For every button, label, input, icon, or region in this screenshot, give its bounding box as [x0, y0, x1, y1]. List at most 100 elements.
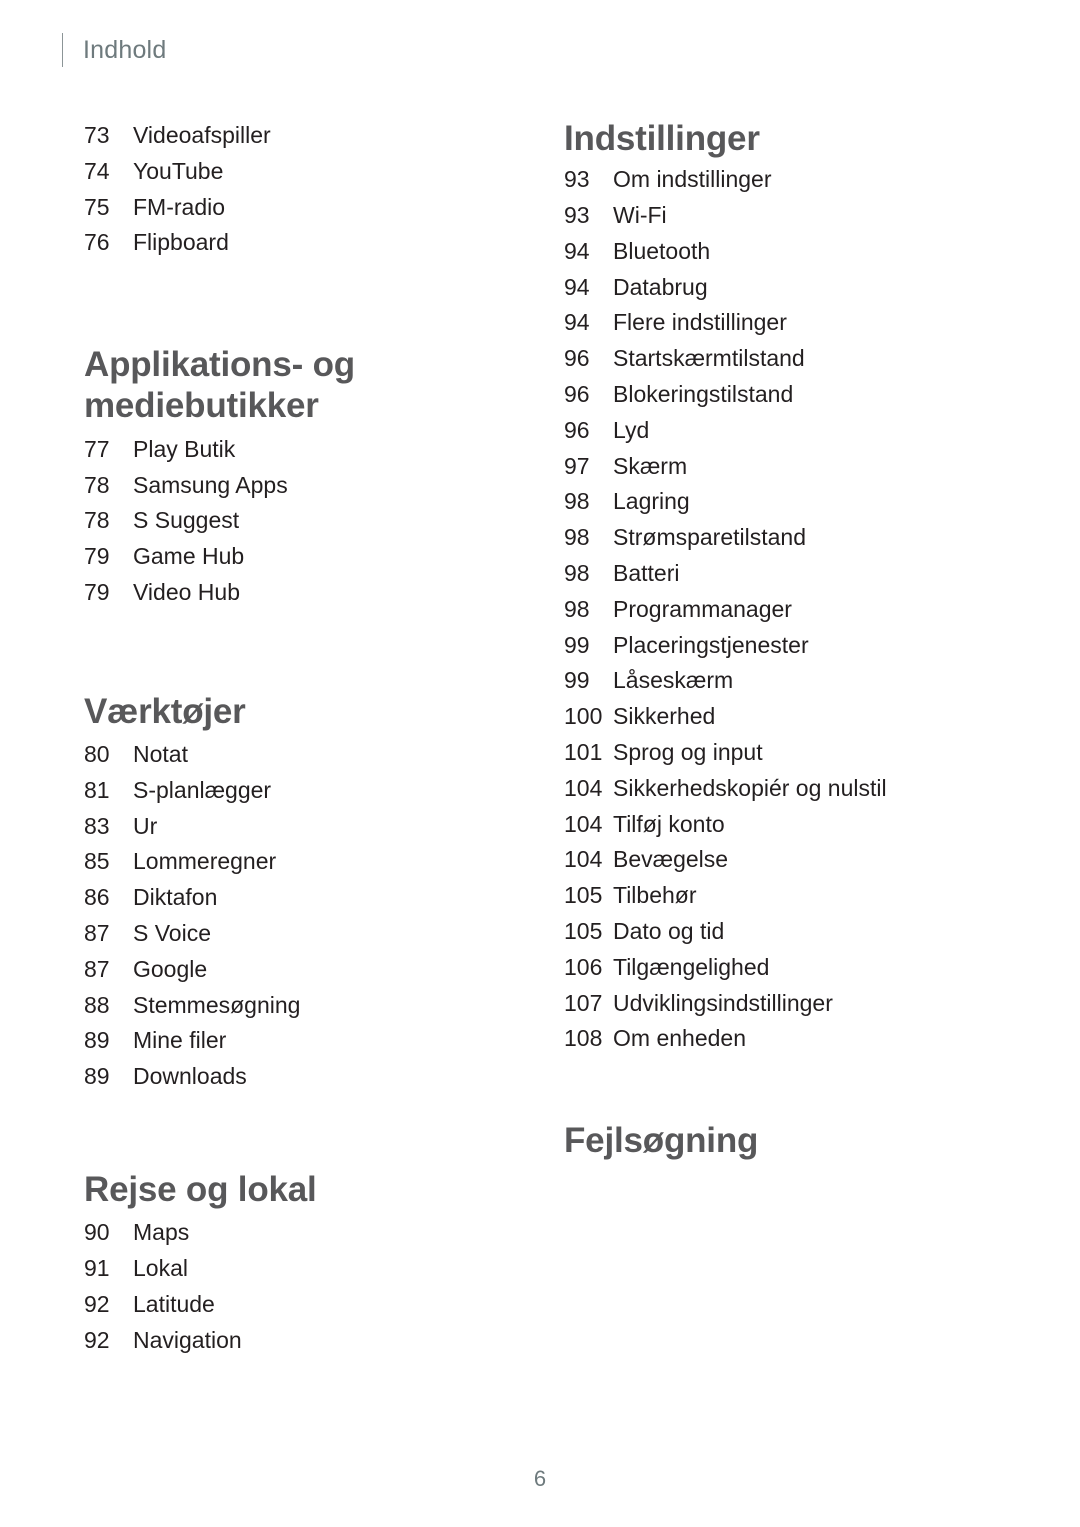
toc-list-intro: 73 Videoafspiller 74 YouTube 75 FM-radio…	[84, 118, 514, 261]
toc-entry[interactable]: 99 Låseskærm	[564, 663, 1004, 699]
toc-entry[interactable]: 83 Ur	[84, 809, 514, 845]
toc-entry[interactable]: 80 Notat	[84, 737, 514, 773]
toc-entry[interactable]: 99 Placeringstjenester	[564, 628, 1004, 664]
toc-page-number: 89	[84, 1027, 110, 1054]
toc-list-vaerktoejer: 80 Notat 81 S-planlægger 83 Ur 85 Lommer…	[84, 737, 514, 1095]
toc-entry-label: Lokal	[133, 1255, 188, 1282]
toc-page-number: 97	[564, 452, 590, 479]
toc-page-number: 86	[84, 884, 110, 911]
toc-entry[interactable]: 86 Diktafon	[84, 880, 514, 916]
toc-entry[interactable]: 87 S Voice	[84, 916, 514, 952]
toc-entry[interactable]: 104 Tilføj konto	[564, 807, 1004, 843]
toc-entry[interactable]: 105 Dato og tid	[564, 914, 1004, 950]
toc-entry[interactable]: 74 YouTube	[84, 154, 514, 190]
toc-entry[interactable]: 106 Tilgængelighed	[564, 950, 1004, 986]
toc-entry-label: Batteri	[613, 560, 680, 587]
toc-entry-label: Navigation	[133, 1326, 242, 1353]
toc-entry[interactable]: 78 Samsung Apps	[84, 468, 514, 504]
running-header: Indhold	[62, 30, 166, 70]
toc-entry[interactable]: 98 Batteri	[564, 556, 1004, 592]
toc-entry-label: Bluetooth	[613, 237, 711, 264]
toc-entry-label: Om indstillinger	[613, 166, 772, 193]
toc-entry[interactable]: 104 Bevægelse	[564, 842, 1004, 878]
toc-entry-label: Bevægelse	[613, 846, 729, 873]
toc-page-number: 99	[564, 631, 590, 658]
toc-entry-label: Downloads	[133, 1063, 247, 1090]
toc-entry[interactable]: 88 Stemmesøgning	[84, 988, 514, 1024]
toc-page-number: 96	[564, 381, 590, 408]
toc-page-number: 88	[84, 991, 110, 1018]
toc-entry[interactable]: 93 Wi-Fi	[564, 198, 1004, 234]
toc-entry-label: Google	[133, 955, 208, 982]
toc-entry[interactable]: 94 Flere indstillinger	[564, 305, 1004, 341]
toc-entry-label: S Voice	[133, 920, 211, 947]
toc-entry[interactable]: 98 Programmanager	[564, 592, 1004, 628]
toc-entry[interactable]: 90 Maps	[84, 1215, 514, 1251]
toc-page-number: 83	[84, 812, 110, 839]
toc-entry-label: Startskærmtilstand	[613, 345, 805, 372]
toc-entry-label: Databrug	[613, 273, 708, 300]
toc-entry-label: Strømsparetilstand	[613, 524, 807, 551]
toc-entry[interactable]: 94 Bluetooth	[564, 234, 1004, 270]
toc-entry[interactable]: 76 Flipboard	[84, 225, 514, 261]
toc-entry-label: Programmanager	[613, 595, 792, 622]
toc-entry[interactable]: 96 Blokeringstilstand	[564, 377, 1004, 413]
toc-page-number: 89	[84, 1063, 110, 1090]
toc-entry-label: Skærm	[613, 452, 688, 479]
toc-entry-label: S Suggest	[133, 507, 240, 534]
toc-entry[interactable]: 107 Udviklingsindstillinger	[564, 986, 1004, 1022]
toc-entry[interactable]: 87 Google	[84, 952, 514, 988]
toc-page-number: 74	[84, 157, 110, 184]
toc-entry-label: Placeringstjenester	[613, 631, 809, 658]
toc-entry[interactable]: 93 Om indstillinger	[564, 162, 1004, 198]
toc-entry[interactable]: 73 Videoafspiller	[84, 118, 514, 154]
toc-entry[interactable]: 97 Skærm	[564, 449, 1004, 485]
toc-page-number: 94	[564, 273, 590, 300]
toc-entry[interactable]: 100 Sikkerhed	[564, 699, 1004, 735]
toc-entry[interactable]: 81 S-planlægger	[84, 773, 514, 809]
toc-page-number: 91	[84, 1255, 110, 1282]
toc-page-number: 94	[564, 237, 590, 264]
toc-entry[interactable]: 94 Databrug	[564, 270, 1004, 306]
toc-entry[interactable]: 104 Sikkerhedskopiér og nulstil	[564, 771, 1004, 807]
toc-entry-label: Dato og tid	[613, 918, 725, 945]
toc-entry[interactable]: 92 Latitude	[84, 1287, 514, 1323]
toc-entry[interactable]: 89 Downloads	[84, 1059, 514, 1095]
toc-entry-label: Om enheden	[613, 1025, 746, 1052]
toc-page-number: 78	[84, 507, 110, 534]
toc-list-applikations-og-mediebutikker: 77 Play Butik 78 Samsung Apps 78 S Sugge…	[84, 432, 514, 611]
toc-entry[interactable]: 96 Lyd	[564, 413, 1004, 449]
toc-entry[interactable]: 96 Startskærmtilstand	[564, 341, 1004, 377]
toc-entry-label: Tilføj konto	[613, 810, 725, 837]
toc-entry[interactable]: 78 S Suggest	[84, 503, 514, 539]
toc-entry[interactable]: 79 Video Hub	[84, 575, 514, 611]
toc-page-number: 101	[564, 739, 603, 766]
toc-entry[interactable]: 105 Tilbehør	[564, 878, 1004, 914]
toc-entry[interactable]: 91 Lokal	[84, 1251, 514, 1287]
toc-entry[interactable]: 89 Mine filer	[84, 1023, 514, 1059]
toc-entry-label: Videoafspiller	[133, 122, 271, 148]
toc-list-indstillinger: 93 Om indstillinger 93 Wi-Fi 94 Bluetoot…	[564, 162, 1004, 1057]
toc-page-number: 100	[564, 703, 603, 730]
toc-entry[interactable]: 108 Om enheden	[564, 1021, 1004, 1057]
toc-page-number: 75	[84, 193, 110, 220]
toc-page-number: 90	[84, 1219, 110, 1246]
toc-entry[interactable]: 98 Strømsparetilstand	[564, 520, 1004, 556]
toc-page-number: 104	[564, 846, 603, 873]
toc-page-number: 96	[564, 416, 590, 443]
toc-page-number: 98	[564, 488, 590, 515]
toc-entry-label: FM-radio	[133, 193, 226, 220]
toc-entry-label: Flipboard	[133, 229, 229, 256]
toc-entry[interactable]: 85 Lommeregner	[84, 844, 514, 880]
toc-entry[interactable]: 98 Lagring	[564, 484, 1004, 520]
toc-entry-label: Play Butik	[133, 435, 236, 462]
header-vertical-rule	[62, 33, 63, 67]
toc-entry[interactable]: 101 Sprog og input	[564, 735, 1004, 771]
toc-entry[interactable]: 92 Navigation	[84, 1323, 514, 1359]
toc-entry[interactable]: 79 Game Hub	[84, 539, 514, 575]
section-heading-line-1: Applikations- og	[84, 345, 355, 385]
toc-entry-label: Lyd	[613, 416, 650, 443]
toc-entry[interactable]: 75 FM-radio	[84, 190, 514, 226]
toc-entry[interactable]: 77 Play Butik	[84, 432, 514, 468]
toc-entry-label: S-planlægger	[133, 776, 272, 803]
